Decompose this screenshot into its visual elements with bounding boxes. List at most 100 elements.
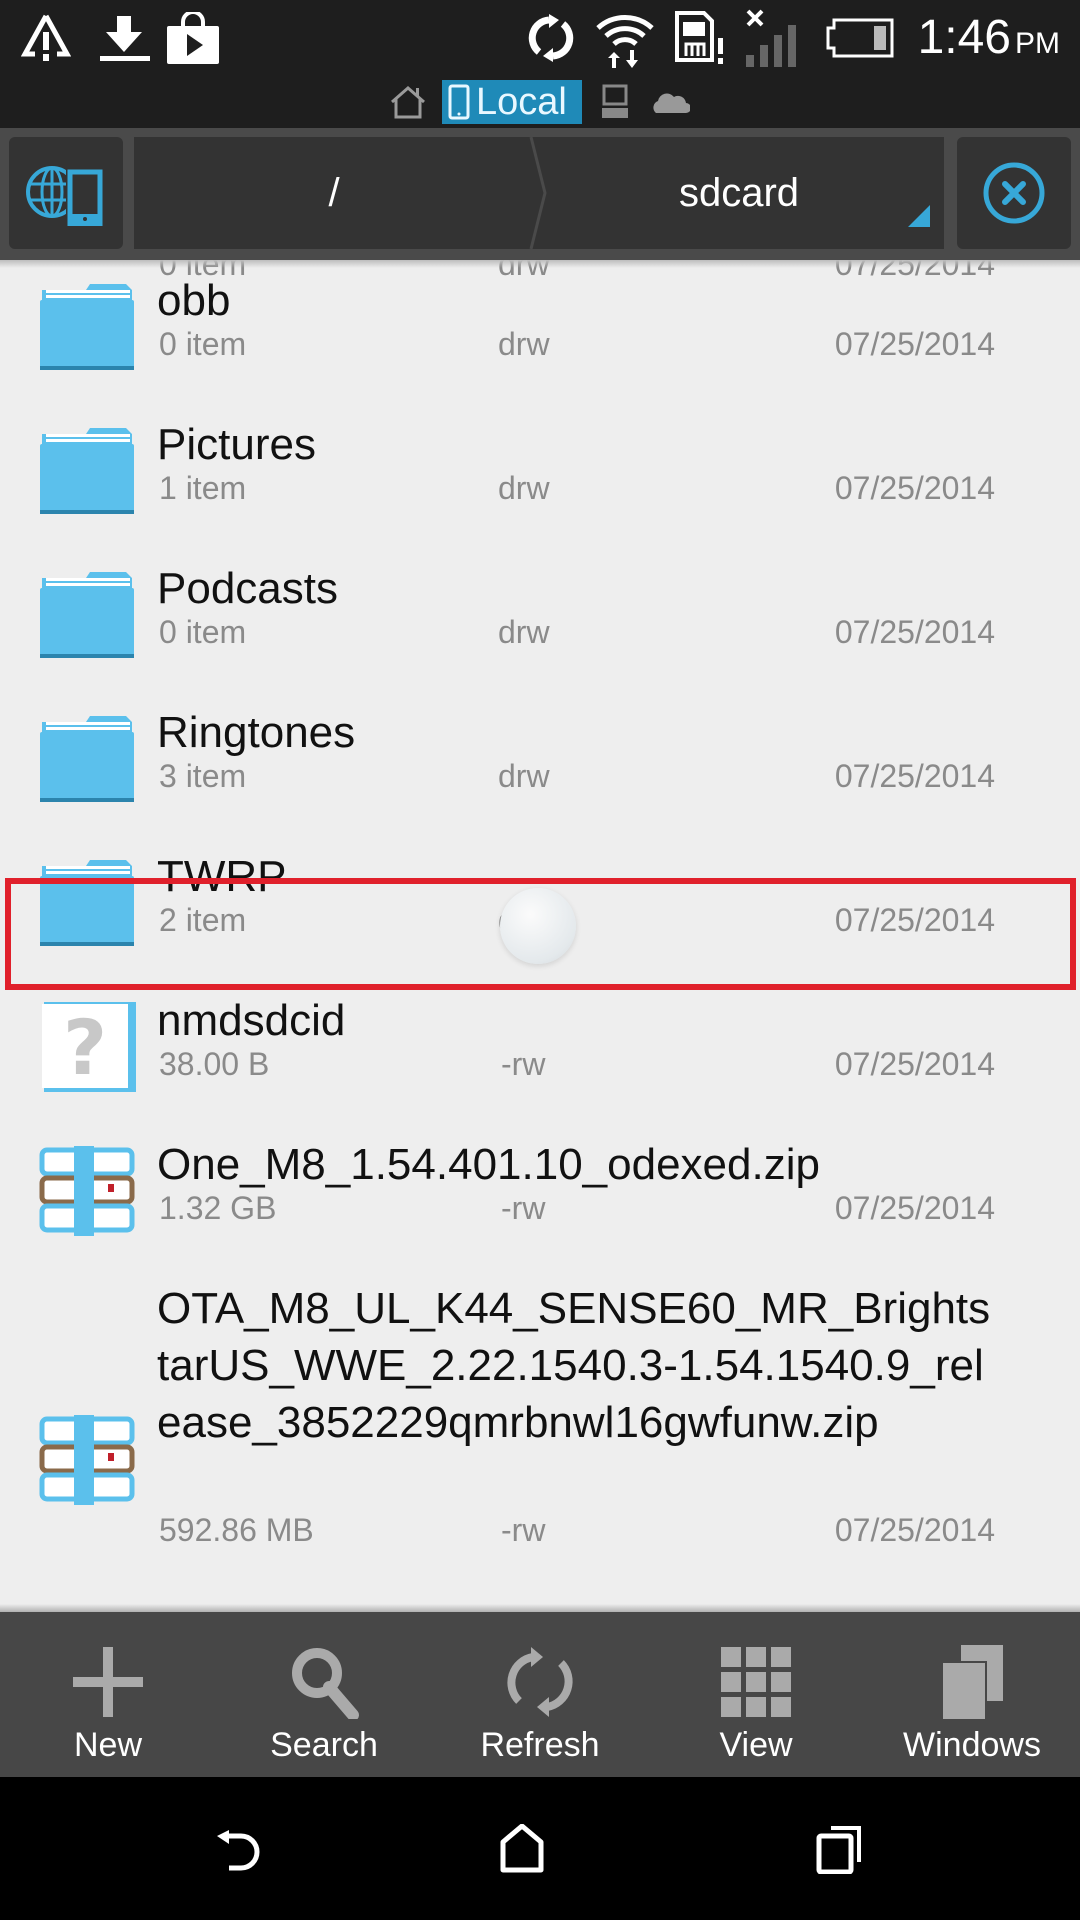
clock-ampm: PM [1015,27,1060,60]
unknown-file-icon: ? [42,1002,136,1092]
sync-icon [524,12,578,64]
back-button[interactable] [200,1817,280,1881]
file-row[interactable]: One_M8_1.54.401.10_odexed.zip 1.32 GB -r… [0,1140,1080,1262]
storage-switch-button[interactable] [9,137,123,249]
file-date: 07/25/2014 [834,1046,995,1082]
folder-icon [40,860,134,946]
view-label: View [719,1726,793,1764]
file-meta: 0 item drw 07/25/2014 [157,324,1007,364]
file-name: Ringtones [157,708,356,757]
download-icon [96,12,152,64]
file-meta: 592.86 MB -rw 07/25/2014 [157,1510,1007,1550]
phone-icon [448,84,470,120]
file-name: obb [157,276,231,325]
file-name: One_M8_1.54.401.10_odexed.zip [157,1140,820,1189]
breadcrumb-root[interactable]: / [134,137,534,249]
file-row[interactable]: obb 0 item drw 07/25/2014 [0,276,1080,398]
refresh-icon [507,1647,573,1717]
location-home[interactable] [388,80,432,124]
status-bar: 1:46 PM [0,0,1080,76]
file-permissions: -rw [501,1512,546,1548]
file-name: Podcasts [157,564,338,613]
file-name: nmdsdcid [157,996,346,1045]
file-meta: 1.32 GB -rw 07/25/2014 [157,1188,1007,1228]
svg-text:?: ? [63,1003,107,1092]
recents-button[interactable] [800,1817,880,1881]
new-label: New [73,1726,143,1764]
file-meta: 38.00 B -rw 07/25/2014 [157,1044,1007,1084]
sim-card-alert-icon [674,11,730,64]
windows-label: Windows [903,1726,1041,1764]
file-name: TWRP [157,852,287,901]
clock-time: 1:46 [917,11,1011,64]
refresh-label: Refresh [480,1726,600,1764]
file-list[interactable]: 0 item drw 07/25/2014 obb 0 item drw 07/… [0,260,1080,1612]
breadcrumb-sdcard[interactable]: sdcard [534,137,944,249]
file-row[interactable]: Ringtones 3 item drw 07/25/2014 [0,708,1080,830]
battery-icon [826,12,894,64]
file-permissions: drw [498,326,550,362]
file-date: 07/25/2014 [834,758,995,794]
folder-icon [40,428,134,514]
location-local-label: Local [476,80,567,123]
globe-phone-icon [26,166,103,226]
recents-icon [816,1826,861,1874]
search-button[interactable]: Search [216,1612,432,1777]
close-button[interactable] [957,137,1071,249]
list-top-shadow [0,260,1080,268]
home-button[interactable] [482,1817,562,1881]
file-size: 3 item [159,758,247,794]
file-permissions: drw [498,470,550,506]
windows-button[interactable]: Windows [864,1612,1080,1777]
system-nav-bar [0,1777,1080,1920]
computer-icon [602,84,628,118]
home-nav-icon [500,1824,544,1873]
file-date: 07/25/2014 [834,1512,995,1548]
file-row[interactable]: OTA_M8_UL_K44_SENSE60_MR_BrightstarUS_WW… [0,1284,1080,1588]
file-meta: 1 item drw 07/25/2014 [157,468,1007,508]
file-permissions: drw [498,614,550,650]
location-cloud[interactable] [650,80,692,124]
archive-icon [39,1415,135,1505]
folder-icon [40,572,134,658]
file-row[interactable]: ? nmdsdcid 38.00 B -rw 07/25/2014 [0,996,1080,1118]
file-size: 1.32 GB [159,1190,277,1226]
file-date: 07/25/2014 [834,326,995,362]
cloud-icon [653,93,690,113]
folder-icon [40,284,134,370]
view-button[interactable]: View [648,1612,864,1777]
dropdown-indicator-icon[interactable] [908,205,930,227]
file-size: 38.00 B [159,1046,270,1082]
file-row[interactable]: Pictures 1 item drw 07/25/2014 [0,420,1080,542]
list-bottom-shadow [0,1604,1080,1612]
breadcrumb: / sdcard [134,137,944,249]
file-permissions: drw [498,758,550,794]
no-signal-icon [744,9,806,67]
search-label: Search [270,1726,378,1764]
new-button[interactable]: New [0,1612,216,1777]
file-size: 1 item [159,470,247,506]
windows-icon [941,1645,1003,1719]
play-store-icon [166,12,220,64]
file-size: 2 item [159,902,247,938]
wifi-icon [594,12,656,68]
path-bar: / sdcard [0,128,1080,260]
file-meta: 0 item drw 07/25/2014 [157,612,1007,652]
file-size: 592.86 MB [159,1512,314,1548]
folder-icon [40,716,134,802]
file-date: 07/25/2014 [834,614,995,650]
file-date: 07/25/2014 [834,1190,995,1226]
file-permissions: -rw [501,1190,546,1226]
file-meta: 3 item drw 07/25/2014 [157,756,1007,796]
file-date: 07/25/2014 [834,470,995,506]
file-permissions: -rw [501,1046,546,1082]
refresh-button[interactable]: Refresh [432,1612,648,1777]
location-local[interactable]: Local [442,80,582,124]
file-size: 0 item [159,326,247,362]
file-row[interactable]: Podcasts 0 item drw 07/25/2014 [0,564,1080,686]
search-icon [292,1648,359,1719]
file-meta: 2 item drw 07/25/2014 [157,900,1007,940]
grid-view-icon [721,1647,791,1717]
touch-indicator [500,888,576,964]
location-network[interactable] [600,80,634,124]
